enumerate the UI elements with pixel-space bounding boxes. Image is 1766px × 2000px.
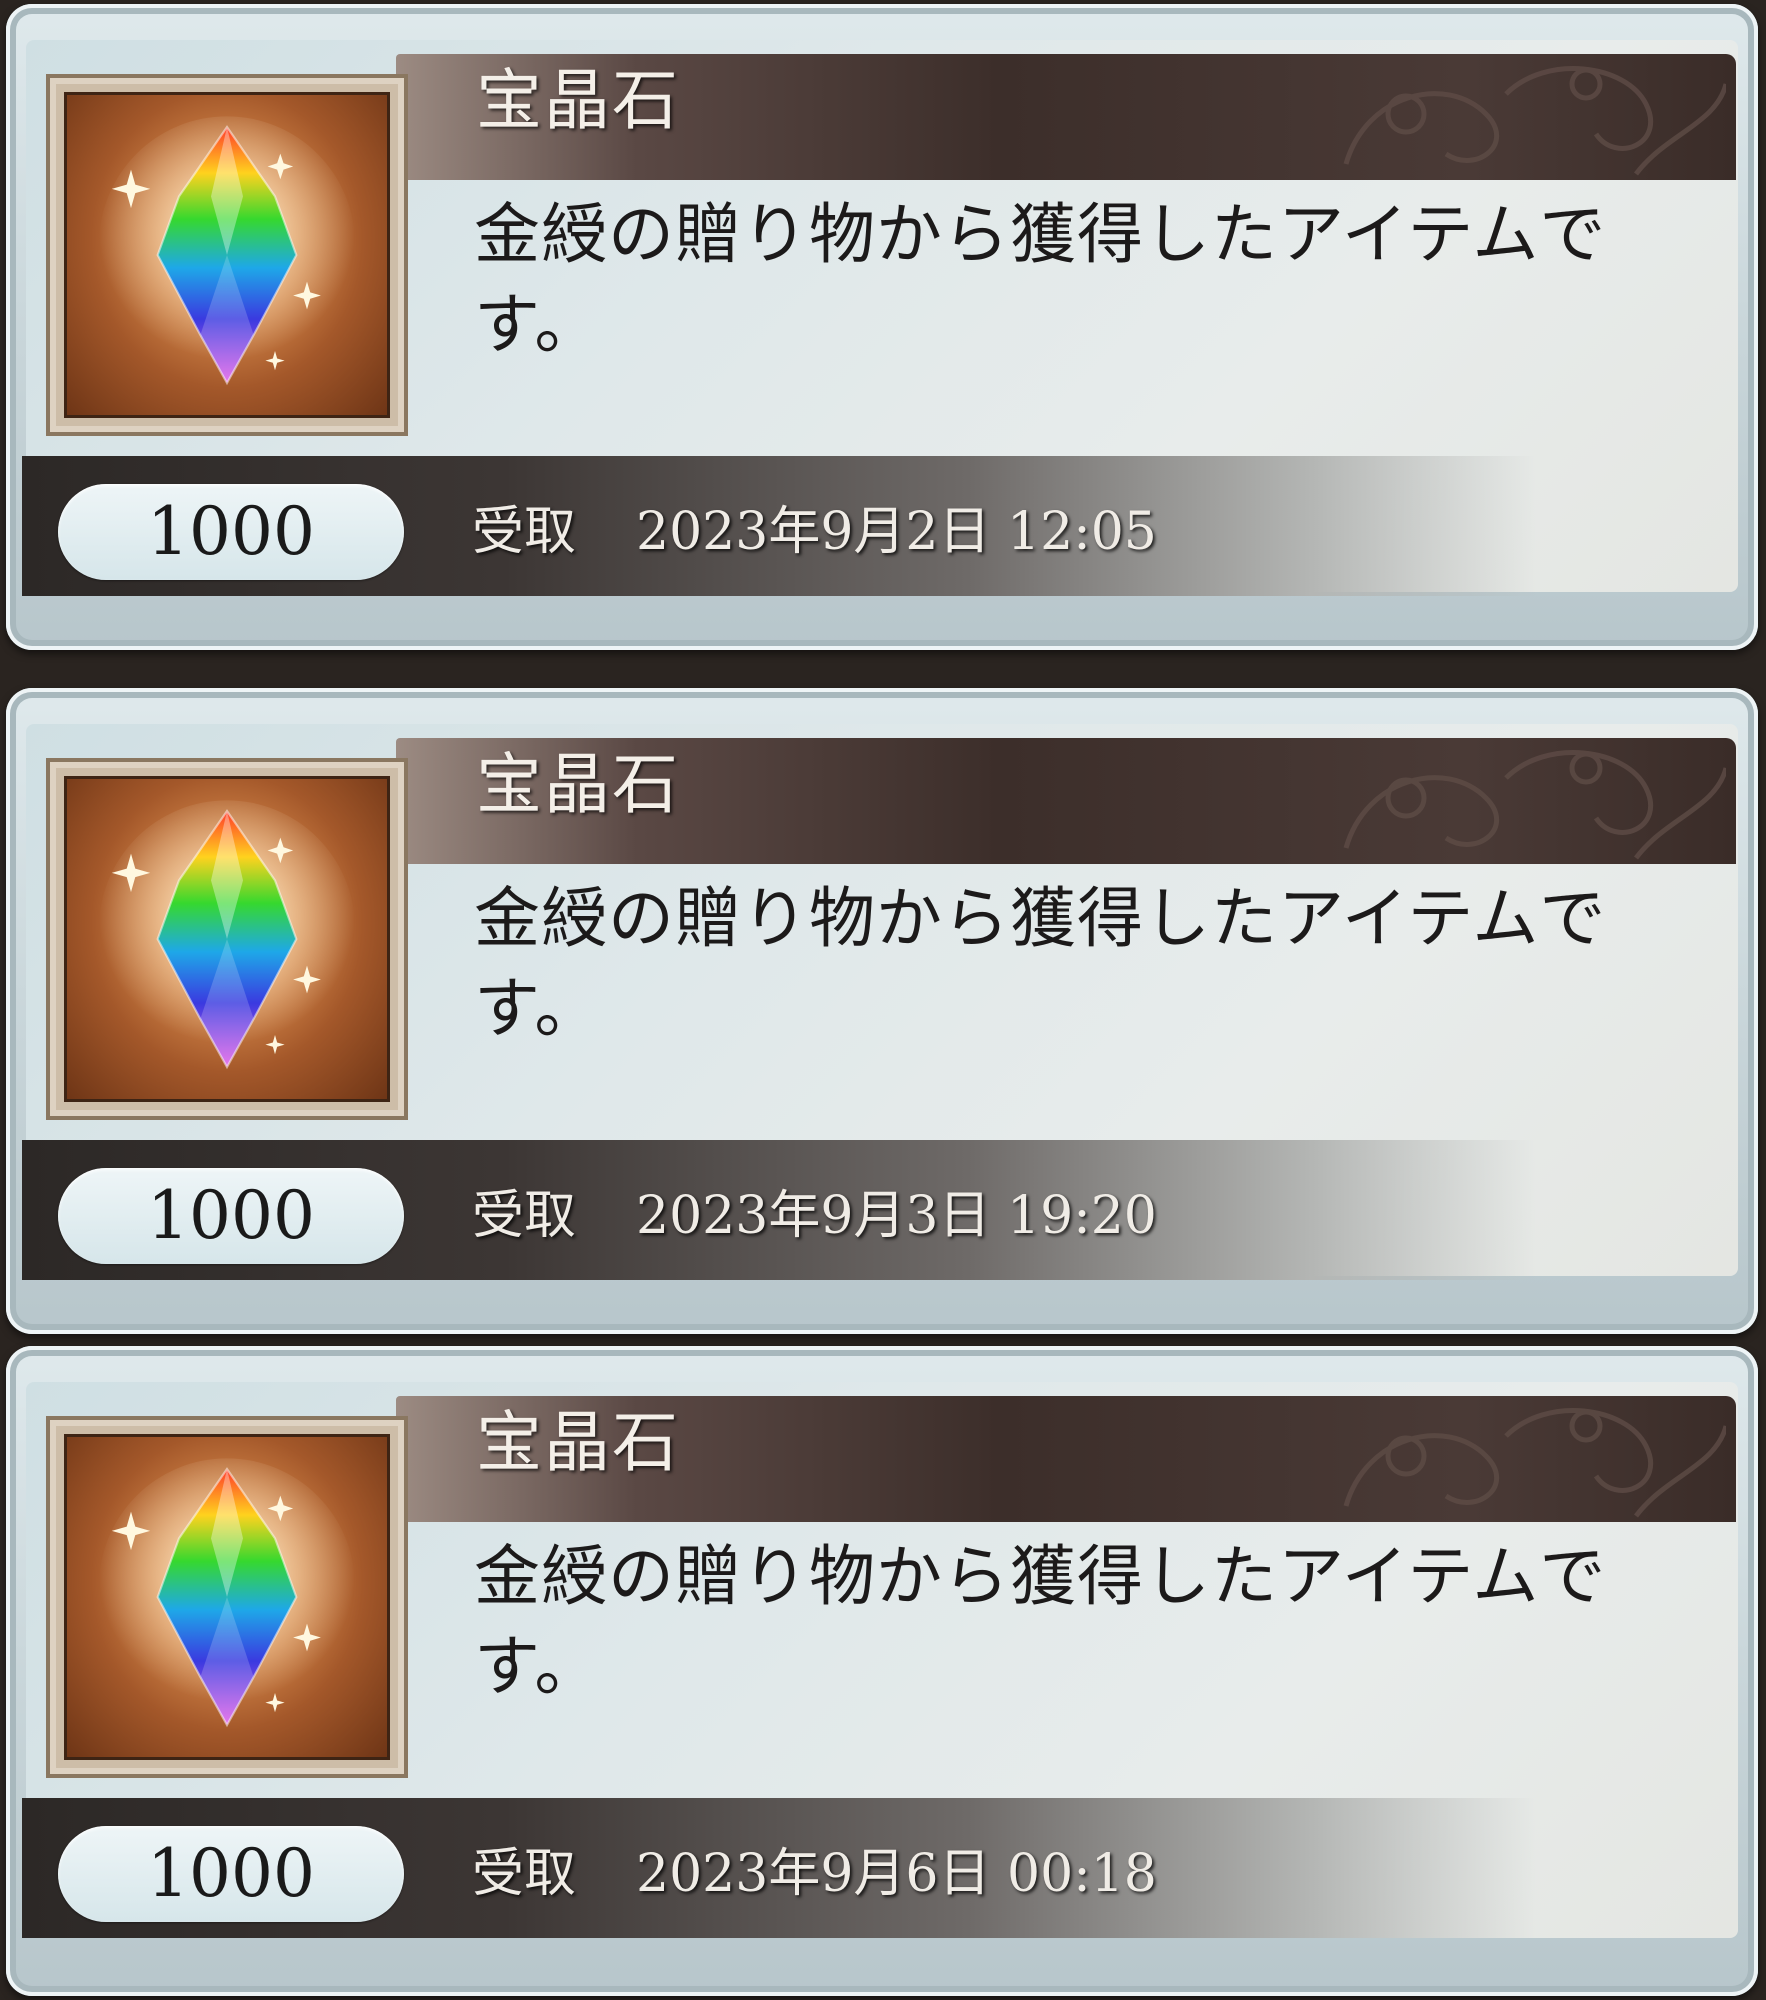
item-count: 1000: [58, 484, 404, 580]
item-name: 宝晶石: [476, 1404, 680, 1481]
item-name: 宝晶石: [476, 62, 680, 139]
rainbow-crystal-icon: [64, 1434, 390, 1760]
item-description: 金綬の贈り物から獲得したアイテムです。: [474, 196, 1607, 363]
item-description: 金綬の贈り物から獲得したアイテムです。: [474, 1538, 1607, 1705]
received-date: 2023年9月2日 12:05: [636, 502, 1157, 562]
ornament-swirl: [1343, 1408, 1726, 1518]
received-label: 受取: [472, 1844, 577, 1904]
item-description: 金綬の贈り物から獲得したアイテムです。: [474, 880, 1607, 1047]
ornament-swirl: [1343, 750, 1726, 860]
received-label: 受取: [472, 1186, 577, 1246]
rainbow-crystal-icon: [64, 92, 390, 418]
item-card[interactable]: 宝晶石 金綬の贈り物から獲得したアイテムです。: [6, 688, 1758, 1334]
item-icon-frame: [46, 74, 408, 436]
item-card[interactable]: 宝晶石 金綬の贈り物から獲得したアイテムです。: [6, 1346, 1758, 1996]
item-icon-frame: [46, 758, 408, 1120]
item-card[interactable]: 宝晶石 金綬の贈り物から獲得したアイテムです。: [6, 4, 1758, 650]
received-label: 受取: [472, 502, 577, 562]
ornament-swirl: [1343, 66, 1726, 176]
item-icon-frame: [46, 1416, 408, 1778]
item-count: 1000: [58, 1826, 404, 1922]
item-count: 1000: [58, 1168, 404, 1264]
item-name: 宝晶石: [476, 746, 680, 823]
rainbow-crystal-icon: [64, 776, 390, 1102]
received-date: 2023年9月6日 00:18: [636, 1844, 1157, 1904]
received-date: 2023年9月3日 19:20: [636, 1186, 1157, 1246]
